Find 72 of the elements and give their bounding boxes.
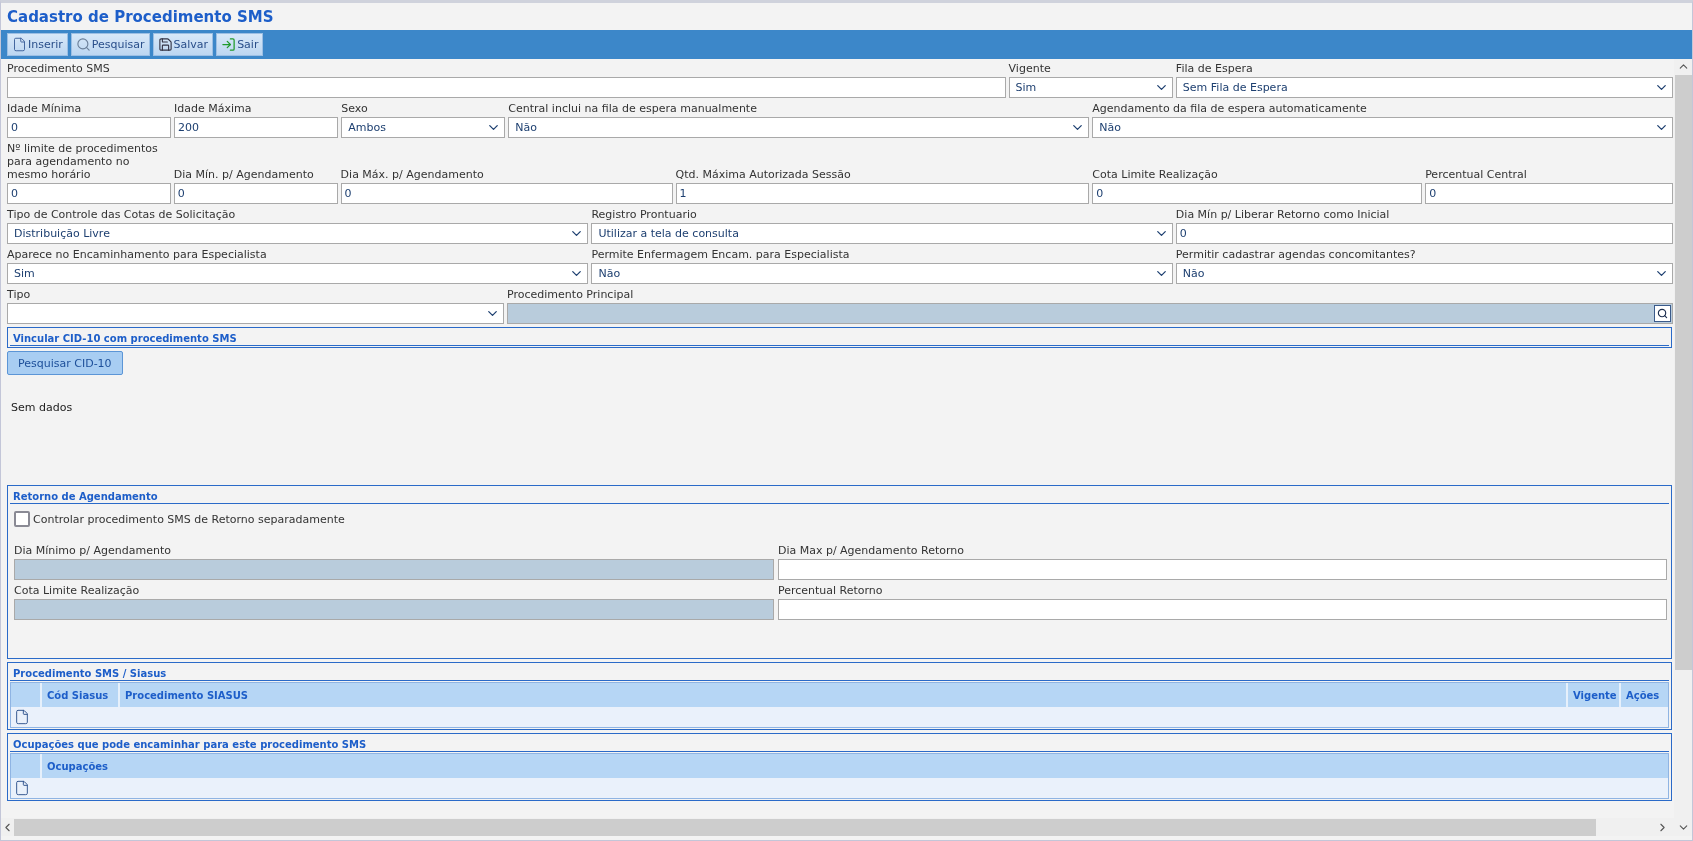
search-icon xyxy=(75,37,91,52)
input-field[interactable]: 200 xyxy=(174,117,339,138)
field-label: Permite Enfermagem Encam. para Especialista xyxy=(591,247,851,263)
select-field[interactable]: Não xyxy=(1092,117,1673,138)
input-field[interactable]: 0 xyxy=(1175,223,1673,244)
select-field[interactable]: Sim xyxy=(7,263,589,284)
select-field[interactable]: Sim xyxy=(1008,77,1173,98)
input-field[interactable]: 1 xyxy=(675,183,1090,204)
field-label: Cota Limite Realização xyxy=(1092,167,1219,183)
toolbar-button[interactable]: Sair xyxy=(216,33,264,56)
empty-message: Sem dados xyxy=(11,401,73,414)
field-label: Percentual Retorno xyxy=(777,583,884,599)
field-label: Qtd. Máxima Autorizada Sessão xyxy=(675,167,852,183)
header-cell-text: Ocupações xyxy=(46,759,109,774)
checkbox-label: Controlar procedimento SMS de Retorno separadamente xyxy=(33,512,345,526)
select-field[interactable]: Não xyxy=(591,263,1173,284)
field-label: Dia Max p/ Agendamento Retorno xyxy=(777,543,966,559)
field-label: Dia Mín p/ Liberar Retorno como Inicial xyxy=(1175,207,1391,223)
select-field[interactable]: Não xyxy=(1175,263,1673,284)
document-icon xyxy=(12,37,27,52)
toolbar-button[interactable]: Salvar xyxy=(152,33,214,56)
field-label: Dia Máx. p/ Agendamento xyxy=(340,167,485,183)
select-field[interactable]: Ambos xyxy=(341,117,506,138)
input-field[interactable]: 0 xyxy=(1425,183,1673,204)
field-label: Agendamento da fila de espera automaticamente xyxy=(1092,101,1368,117)
section-title: Procedimento SMS / Siasus xyxy=(13,668,167,679)
select-field[interactable]: Não xyxy=(508,117,1090,138)
header-cell-text: Ações xyxy=(1625,688,1661,703)
checkbox[interactable] xyxy=(14,511,30,527)
input-field[interactable]: 0 xyxy=(173,183,338,204)
floppy-icon xyxy=(157,37,173,52)
input-field[interactable] xyxy=(777,559,1667,580)
field-label: Vigente xyxy=(1008,61,1052,77)
add-document-icon[interactable] xyxy=(14,780,30,796)
field-label: Fila de Espera xyxy=(1175,61,1254,77)
field-label: Percentual Central xyxy=(1425,167,1528,183)
input-field[interactable] xyxy=(7,77,1006,98)
select-field[interactable] xyxy=(7,303,505,324)
input-field[interactable]: 0 xyxy=(1092,183,1423,204)
field-label: Permitir cadastrar agendas concomitantes? xyxy=(1175,247,1417,263)
field-label: Aparece no Encaminhamento para Especialista xyxy=(7,247,268,263)
input-field[interactable]: 0 xyxy=(340,183,673,204)
toolbar-button[interactable]: Inserir xyxy=(7,33,68,56)
field-label: Procedimento Principal xyxy=(507,287,635,303)
field-label: Idade Máxima xyxy=(174,101,253,117)
select-field[interactable]: Utilizar a tela de consulta xyxy=(591,223,1173,244)
exit-icon xyxy=(221,37,237,52)
field-label: Registro Prontuario xyxy=(591,207,698,223)
field-label: Dia Mínimo p/ Agendamento xyxy=(14,543,172,559)
toolbar-button[interactable]: Pesquisar xyxy=(70,33,150,56)
field-label: Dia Mín. p/ Agendamento xyxy=(173,167,315,183)
field-label: Central inclui na fila de espera manualmente xyxy=(508,101,758,117)
section-title: Ocupações que pode encaminhar para este procedimento SMS xyxy=(13,739,367,750)
input-field[interactable]: 0 xyxy=(7,183,171,204)
search-cid-button[interactable]: Pesquisar CID-10 xyxy=(7,351,123,375)
section-title: Retorno de Agendamento xyxy=(13,491,158,502)
field-label: Sexo xyxy=(341,101,369,117)
add-document-icon[interactable] xyxy=(14,709,30,725)
input-field[interactable] xyxy=(777,599,1667,620)
field-label: Procedimento SMS xyxy=(7,61,111,77)
field-label: Cota Limite Realização xyxy=(14,583,141,599)
select-field[interactable]: Distribuição Livre xyxy=(7,223,589,244)
page-title: Cadastro de Procedimento SMS xyxy=(6,7,275,28)
field-label: Idade Mínima xyxy=(7,101,83,117)
select-field[interactable]: Sem Fila de Espera xyxy=(1175,77,1673,98)
search-icon xyxy=(1657,308,1668,319)
field-label: Tipo de Controle das Cotas de Solicitação xyxy=(7,207,237,223)
section-title: Vincular CID-10 com procedimento SMS xyxy=(13,333,237,344)
field-label: Nº limite de procedimentos para agendamento no mesmo horário xyxy=(7,141,159,183)
input-field[interactable]: 0 xyxy=(7,117,172,138)
field-label: Tipo xyxy=(7,287,32,303)
scroll-thumb[interactable] xyxy=(1674,75,1692,670)
